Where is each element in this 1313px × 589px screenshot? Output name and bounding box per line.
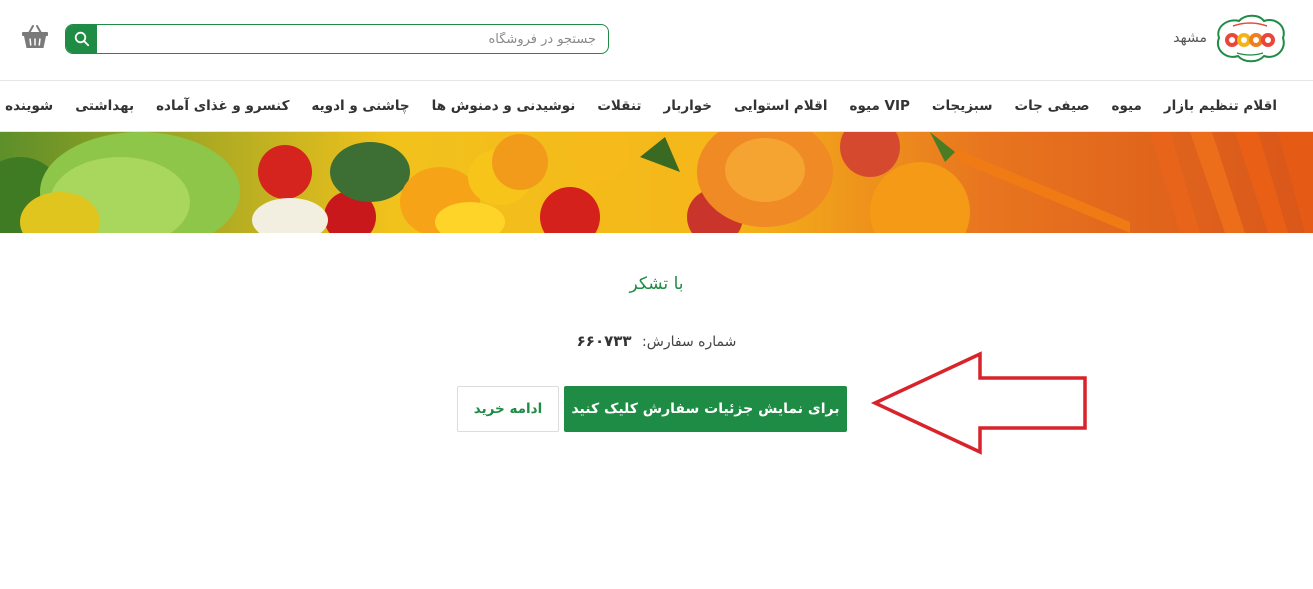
nav-item-summer-crops[interactable]: صیفی جات: [1004, 98, 1101, 114]
city-label: مشهد: [1173, 30, 1207, 46]
search-bar: [65, 24, 609, 54]
search-icon: [74, 31, 89, 47]
nav-item-tropical[interactable]: اقلام استوایی: [723, 98, 839, 114]
search-button[interactable]: [66, 25, 97, 53]
continue-shopping-button[interactable]: ادامه خرید: [457, 386, 559, 432]
thanks-message: با تشکر: [629, 274, 684, 294]
order-number-label: شماره سفارش:: [642, 334, 737, 350]
nav-item-market-regulation[interactable]: اقلام تنظیم بازار: [1153, 98, 1277, 114]
pointer-arrow-icon: [870, 351, 1087, 455]
nav-item-detergents[interactable]: شوینده: [0, 98, 64, 114]
category-nav: اقلام تنظیم بازار میوه صیفی جات سبزیجات …: [0, 80, 1313, 132]
nav-item-hygiene[interactable]: بهداشتی: [64, 98, 145, 114]
nav-item-fruit[interactable]: میوه: [1101, 98, 1153, 114]
nav-item-canned-food[interactable]: کنسرو و غذای آماده: [145, 98, 300, 114]
produce-banner: [0, 132, 1313, 233]
shopping-basket-icon[interactable]: [20, 22, 50, 52]
nav-item-drinks[interactable]: نوشیدنی و دمنوش ها: [421, 98, 587, 114]
search-input[interactable]: [97, 25, 608, 53]
order-details-button[interactable]: برای نمایش جزئیات سفارش کلیک کنید: [564, 386, 847, 432]
order-number-line: شماره سفارش: ۶۶۰۷۳۳: [0, 332, 1313, 350]
nav-item-vegetables[interactable]: سبزیجات: [921, 98, 1004, 114]
store-logo[interactable]: [1211, 12, 1289, 64]
nav-item-spices[interactable]: چاشنی و ادویه: [300, 98, 420, 114]
nav-item-snacks[interactable]: تنقلات: [586, 98, 652, 114]
order-number-value: ۶۶۰۷۳۳: [576, 332, 632, 350]
nav-item-vip-fruit[interactable]: میوه VIP: [839, 98, 921, 114]
site-header: مشهد: [0, 0, 1313, 80]
nav-item-groceries[interactable]: خواربار: [652, 98, 723, 114]
brand[interactable]: مشهد: [1173, 12, 1289, 64]
